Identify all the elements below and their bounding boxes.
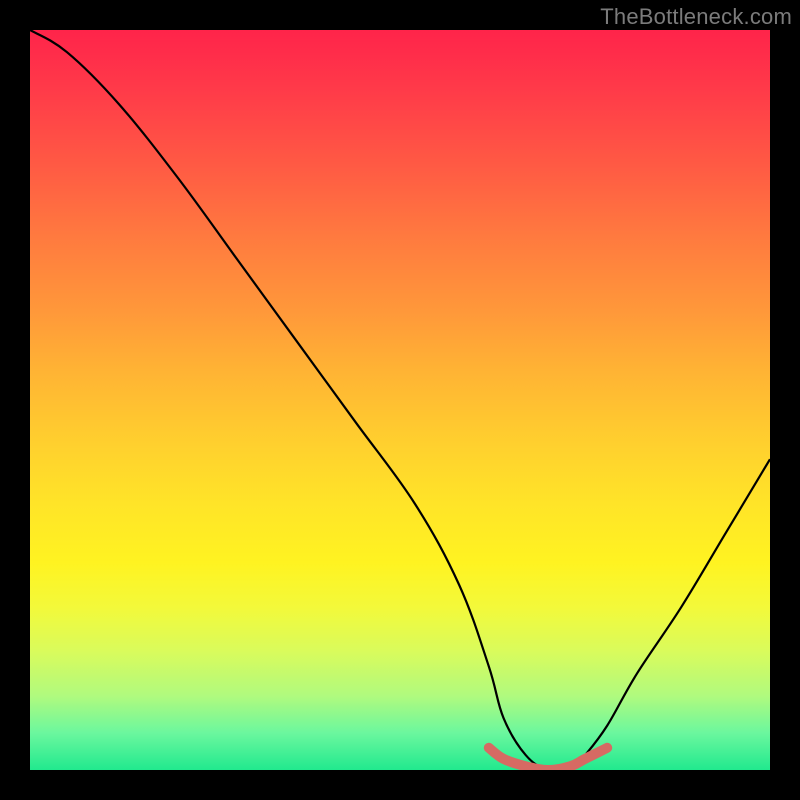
chart-svg xyxy=(30,30,770,770)
valley-highlight xyxy=(489,748,607,770)
plot-area xyxy=(30,30,770,770)
chart-frame: TheBottleneck.com xyxy=(0,0,800,800)
bottleneck-curve xyxy=(30,30,770,770)
watermark-text: TheBottleneck.com xyxy=(600,4,792,30)
